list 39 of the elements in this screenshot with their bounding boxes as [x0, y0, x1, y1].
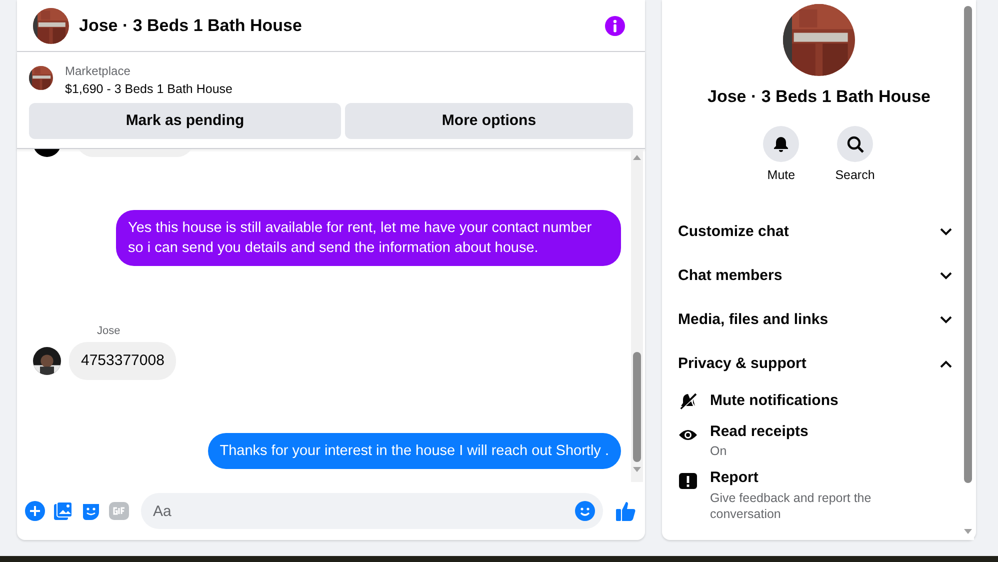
- listing-source: Marketplace: [65, 63, 132, 80]
- emoji-icon[interactable]: [575, 501, 595, 521]
- details-title: Jose · 3 Beds 1 Bath House: [706, 86, 932, 108]
- muted-bell-icon: [678, 391, 698, 412]
- message-bubble: 4753377008: [69, 342, 176, 380]
- scroll-thumb[interactable]: [964, 6, 972, 483]
- thumbs-up-icon[interactable]: [615, 500, 637, 522]
- plus-icon[interactable]: [25, 501, 45, 521]
- info-icon[interactable]: [605, 16, 625, 36]
- section-header[interactable]: Customize chat: [662, 210, 976, 254]
- more-options-button[interactable]: More options: [345, 102, 633, 139]
- section-header[interactable]: Media, files and links: [662, 298, 976, 342]
- scroll-down-icon[interactable]: [633, 467, 641, 472]
- listing-summary: $1,690 - 3 Beds 1 Bath House: [65, 81, 232, 98]
- message-bubble: Thanks for your interest in the house I will reach out Shortly .: [208, 433, 621, 469]
- scrollbar[interactable]: [962, 0, 974, 540]
- action-label: Search: [835, 166, 875, 184]
- menu-item[interactable]: Report Give feedback and report the conversation: [662, 465, 976, 528]
- menu-item[interactable]: Read receipts On: [662, 418, 976, 466]
- menu-item[interactable]: Mute notifications: [662, 386, 976, 419]
- conversation-title: Jose · 3 Beds 1 Bath House: [79, 14, 302, 37]
- sender-name: Jose: [97, 324, 122, 339]
- message-field[interactable]: Aa: [141, 493, 603, 529]
- scrollbar[interactable]: [631, 149, 643, 482]
- action-label: Mute: [767, 166, 796, 184]
- search-icon: [846, 134, 864, 152]
- scroll-down-icon[interactable]: [964, 529, 972, 534]
- section-header[interactable]: Privacy & support: [662, 342, 976, 386]
- section-header[interactable]: Chat members: [662, 254, 976, 298]
- sticker-icon[interactable]: [81, 501, 101, 521]
- mark-pending-button[interactable]: Mark as pending: [29, 102, 341, 139]
- image-icon[interactable]: [53, 501, 73, 521]
- mute-button[interactable]: [763, 126, 800, 162]
- search-button[interactable]: [836, 126, 873, 162]
- scroll-up-icon[interactable]: [633, 155, 641, 160]
- bell-icon: [772, 134, 790, 152]
- message-bubble: Yes this house is still available for rent, let me have your contact number so i can send you details and send the information about house.: [116, 210, 621, 266]
- scroll-thumb[interactable]: [633, 352, 641, 462]
- alert-icon: [678, 471, 698, 492]
